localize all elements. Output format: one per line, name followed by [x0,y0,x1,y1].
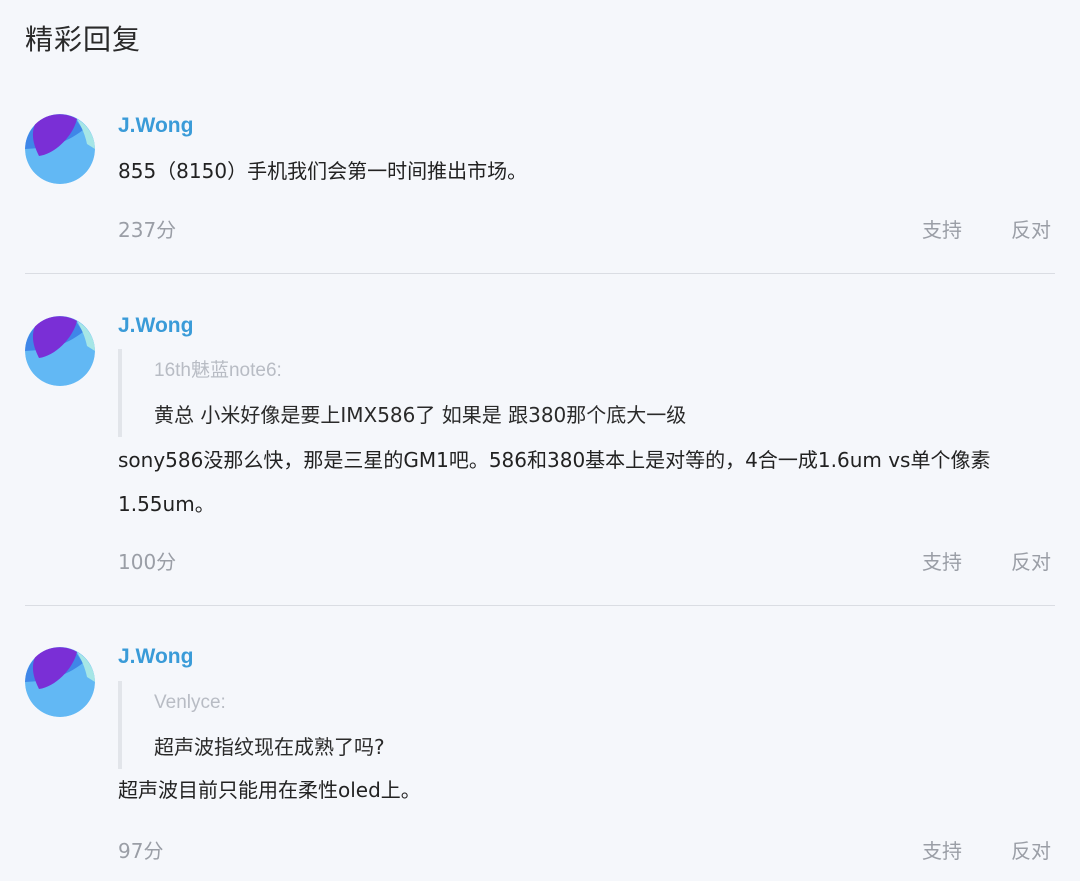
comment-author[interactable]: J.Wong [118,645,193,669]
quote-author[interactable]: 16th魅蓝note6: [154,349,1054,393]
divider [25,605,1055,606]
avatar[interactable] [25,316,95,386]
comment-item: J.Wong Venlyce: 超声波指纹现在成熟了吗? 超声波目前只能用在柔性… [25,645,1055,875]
avatar[interactable] [25,647,95,717]
comment-author[interactable]: J.Wong [118,314,193,338]
oppose-button[interactable]: 反对 [1011,214,1051,243]
comment-author[interactable]: J.Wong [118,114,193,138]
page-title: 精彩回复 [25,23,142,56]
comment-body: sony586没那么快，那是三星的GM1吧。586和380基本上是对等的，4合一… [118,448,991,516]
comment-body: 超声波目前只能用在柔性oled上。 [118,778,421,802]
quote-author[interactable]: Venlyce: [154,681,1054,725]
support-button[interactable]: 支持 [922,835,962,864]
avatar[interactable] [25,114,95,184]
quoted-reply: 16th魅蓝note6: 黄总 小米好像是要上IMX586了 如果是 跟380那… [118,349,1054,437]
comment-score: 100分 [118,550,177,574]
oppose-button[interactable]: 反对 [1011,835,1051,864]
divider [25,273,1055,274]
comment-item: J.Wong 16th魅蓝note6: 黄总 小米好像是要上IMX586了 如果… [25,314,1055,584]
oppose-button[interactable]: 反对 [1011,546,1051,575]
comment-body: 855（8150）手机我们会第一时间推出市场。 [118,159,528,183]
quote-text: 超声波指纹现在成熟了吗? [154,735,385,759]
comment-score: 237分 [118,218,177,242]
quote-text: 黄总 小米好像是要上IMX586了 如果是 跟380那个底大一级 [154,403,687,427]
support-button[interactable]: 支持 [922,546,962,575]
support-button[interactable]: 支持 [922,214,962,243]
comment-score: 97分 [118,839,164,863]
comment-item: J.Wong 855（8150）手机我们会第一时间推出市场。 237分 支持 反… [25,114,1055,254]
quoted-reply: Venlyce: 超声波指纹现在成熟了吗? [118,681,1054,769]
